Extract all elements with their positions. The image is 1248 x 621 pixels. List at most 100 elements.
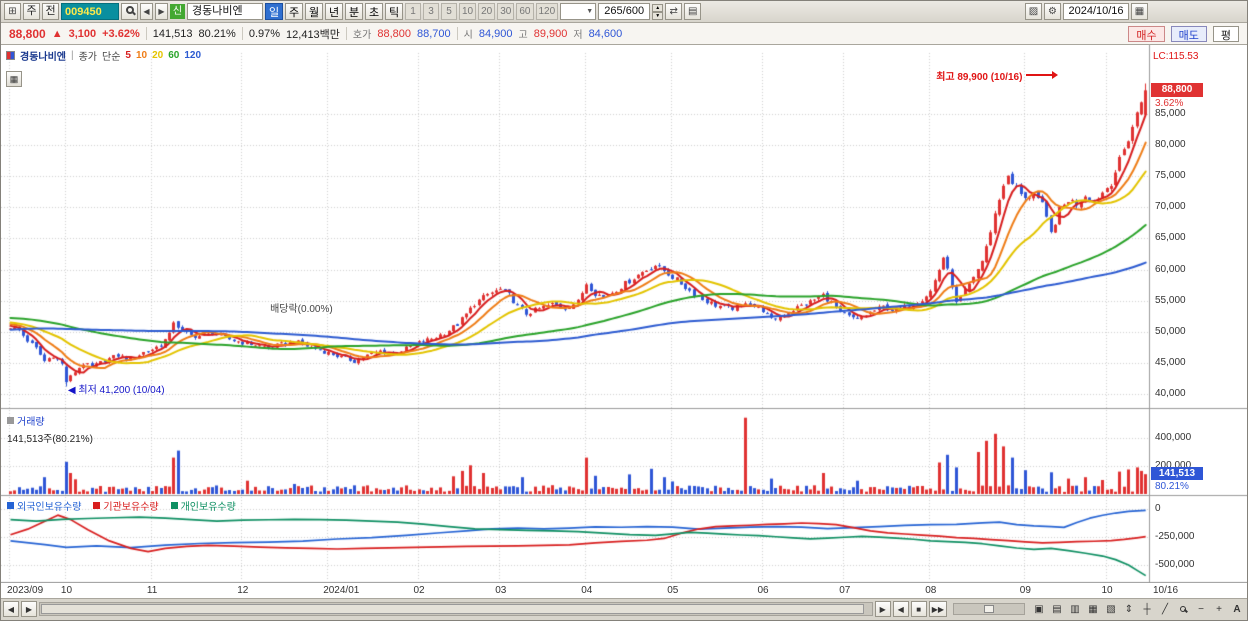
turnover-pct: 80.21% <box>198 27 236 40</box>
chart-window: ⊞ 주 전 ◀ ▶ 신 경동나비엔 일 주 월 년 분 초 틱 1 3 5 10… <box>0 0 1248 621</box>
x-axis-label: 02 <box>413 585 425 596</box>
axis-label: 50,000 <box>1155 326 1186 337</box>
x-axis-label: 10 <box>1101 585 1113 596</box>
pane-layout-icon[interactable]: ▣ <box>1031 601 1047 617</box>
stock-name: 경동나비엔 <box>187 3 263 20</box>
arrow-left-icon: ◀ <box>67 384 76 396</box>
compare-icon[interactable]: ⇄ <box>665 3 683 20</box>
zoom-in-icon[interactable]: + <box>1211 601 1227 617</box>
lowest-price-annotation: ◀ 최저 41,200 (10/04) <box>67 384 165 396</box>
x-axis-last-label: 10/16 <box>1153 585 1179 596</box>
volume-value: 141,513 <box>152 27 193 40</box>
play-button[interactable]: ▶ <box>874 601 891 617</box>
price-change-pct: +3.62% <box>102 27 140 40</box>
prev-screen-button[interactable]: 전 <box>42 3 59 20</box>
sell-button[interactable]: 매도 <box>1170 25 1207 42</box>
count-spin-down-icon[interactable]: ▼ <box>652 11 664 20</box>
stock-type-button[interactable]: 주 <box>23 3 40 20</box>
tab-yearly[interactable]: 년 <box>325 3 343 20</box>
chart-mini-button[interactable]: ▦ <box>6 71 22 87</box>
interval-10-button[interactable]: 10 <box>459 3 477 20</box>
interval-5-button[interactable]: 5 <box>441 3 457 20</box>
scrollbar-thumb[interactable] <box>41 604 865 614</box>
axis-label: 75,000 <box>1155 170 1186 181</box>
calendar-icon[interactable]: ▦ <box>1131 3 1148 20</box>
tab-minute[interactable]: 분 <box>345 3 363 20</box>
auto-scale-icon[interactable]: A <box>1229 601 1245 617</box>
go-end-button[interactable]: ▶▶ <box>928 601 947 617</box>
chart-scrollbar[interactable] <box>39 602 873 616</box>
step-back-button[interactable]: ◀ <box>892 601 909 617</box>
next-stock-button[interactable]: ▶ <box>155 3 168 20</box>
interval-60-button[interactable]: 60 <box>516 3 534 20</box>
current-price-pct: 3.62% <box>1155 98 1184 109</box>
scroll-right-button[interactable]: ▶ <box>21 601 37 617</box>
current-volume-pct: 80.21% <box>1155 481 1189 492</box>
scale-icon[interactable]: ⇕ <box>1121 601 1137 617</box>
axis-label: 85,000 <box>1155 108 1186 119</box>
tab-monthly[interactable]: 월 <box>305 3 323 20</box>
candle-style-icon[interactable]: ▦ <box>1085 601 1101 617</box>
interval-120-button[interactable]: 120 <box>535 3 559 20</box>
window-icon[interactable]: ⊞ <box>4 3 21 20</box>
trade-value: 12,413백만 <box>286 28 340 41</box>
ownership-legend: 외국인보유수량 기관보유수량 개인보유수량 <box>7 498 236 513</box>
tab-daily[interactable]: 일 <box>265 3 283 20</box>
foreign-swatch-icon <box>7 502 14 509</box>
candle-icon <box>6 51 15 60</box>
avg-button[interactable]: 평 <box>1212 25 1239 42</box>
interval-3-button[interactable]: 3 <box>423 3 439 20</box>
zoom-tool-button[interactable] <box>1175 601 1191 617</box>
search-button[interactable] <box>121 3 138 20</box>
main-legend: 경동나비엔 | 종가 단순 5 10 20 60 120 <box>6 48 201 63</box>
axis-label: -500,000 <box>1155 559 1195 570</box>
zoom-slider[interactable] <box>953 603 1025 615</box>
institution-legend-item: 기관보유수량 <box>93 498 159 513</box>
dividend-annotation: 배당락(0.00%) <box>270 303 333 315</box>
bid-price: 88,700 <box>416 27 451 40</box>
legend-separator: | <box>71 50 74 61</box>
axis-label: 65,000 <box>1155 232 1186 243</box>
grid-style-icon[interactable]: ▤ <box>1049 601 1065 617</box>
divider <box>241 27 243 40</box>
draw-tool-icon[interactable]: ▨ <box>1025 3 1042 20</box>
count-spin-up-icon[interactable]: ▲ <box>652 3 664 12</box>
foreign-legend-item: 외국인보유수량 <box>7 498 81 513</box>
price-change: 3,100 <box>68 27 97 40</box>
legend-price-type: 종가 <box>78 52 98 63</box>
legend-stock-name: 경동나비엔 <box>20 52 66 63</box>
buy-button[interactable]: 매수 <box>1128 25 1165 42</box>
high-label: 고 <box>518 30 528 41</box>
trendline-icon[interactable]: ╱ <box>1157 601 1173 617</box>
hatch-icon[interactable]: ▧ <box>1103 601 1119 617</box>
candle-count-field[interactable]: 265/600 <box>598 3 651 20</box>
top-toolbar: ⊞ 주 전 ◀ ▶ 신 경동나비엔 일 주 월 년 분 초 틱 1 3 5 10… <box>1 1 1247 23</box>
scroll-left-button[interactable]: ◀ <box>3 601 19 617</box>
ma120-label: 120 <box>184 50 202 61</box>
crosshair-icon[interactable]: ┼ <box>1139 601 1155 617</box>
interval-20-button[interactable]: 20 <box>478 3 496 20</box>
stock-code-input[interactable] <box>61 3 119 20</box>
bottom-toolbar: ◀ ▶ ▶ ◀ ■ ▶▶ ▣ ▤ ▥ ▦ ▧ ⇕ ┼ ╱ − + A <box>1 599 1247 619</box>
tab-second[interactable]: 초 <box>365 3 383 20</box>
ma20-label: 20 <box>152 50 164 61</box>
chart-style-icon[interactable]: ▤ <box>684 3 702 20</box>
legend-ma-type: 단순 <box>102 52 121 63</box>
interval-30-button[interactable]: 30 <box>497 3 515 20</box>
prev-stock-button[interactable]: ◀ <box>140 3 153 20</box>
pattern-icon[interactable]: ▥ <box>1067 601 1083 617</box>
chart-type-dropdown[interactable]: ▼ <box>560 3 597 20</box>
lc-label: LC:115.53 <box>1153 51 1199 62</box>
zoom-out-icon[interactable]: − <box>1193 601 1209 617</box>
axis-label: 60,000 <box>1155 264 1186 275</box>
tab-tick[interactable]: 틱 <box>385 3 403 20</box>
interval-1-button[interactable]: 1 <box>405 3 421 20</box>
x-axis-label: 2023/09 <box>7 585 44 596</box>
settings-gear-icon[interactable]: ⚙ <box>1044 3 1061 20</box>
divider <box>345 27 347 40</box>
stop-button[interactable]: ■ <box>910 601 927 617</box>
date-field[interactable]: 2024/10/16 <box>1063 3 1129 20</box>
new-badge: 신 <box>170 4 185 19</box>
zoom-slider-thumb[interactable] <box>984 605 994 613</box>
tab-weekly[interactable]: 주 <box>285 3 303 20</box>
